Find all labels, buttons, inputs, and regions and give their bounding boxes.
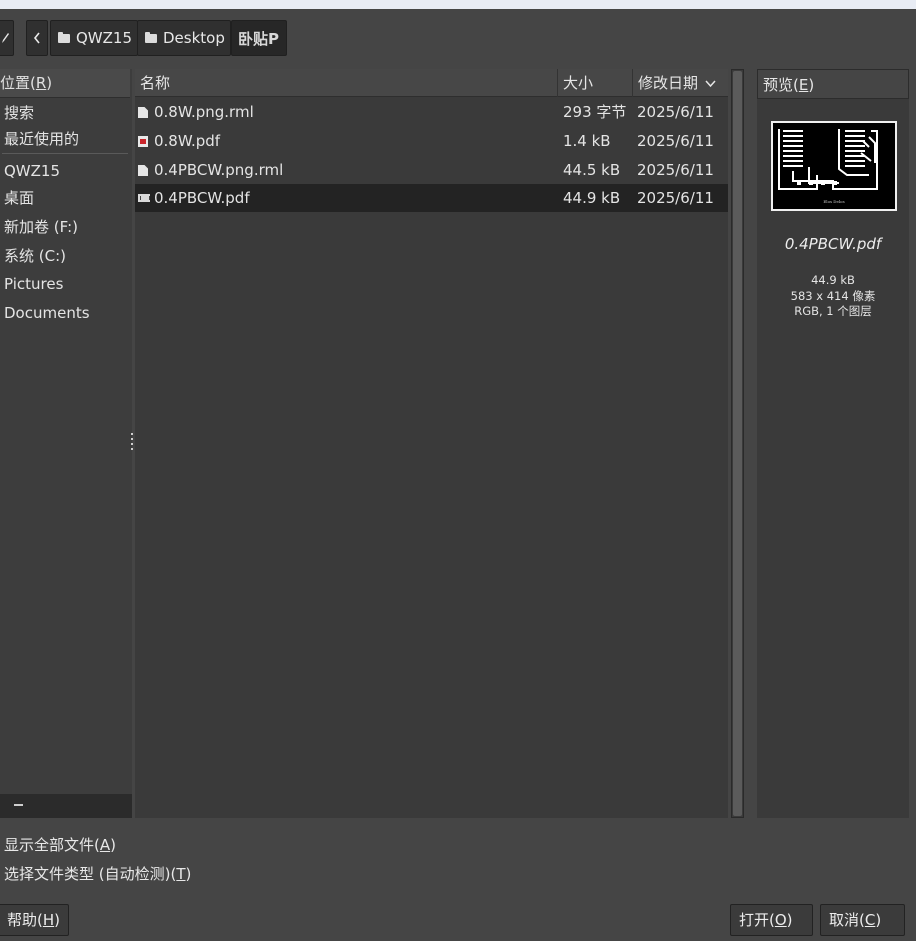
- file-row-selected[interactable]: 0.4PBCW.pdf 44.9 kB 2025/6/11: [135, 184, 728, 212]
- file-list-scrollbar[interactable]: [731, 69, 744, 818]
- file-row[interactable]: 0.8W.pdf 1.4 kB 2025/6/11: [135, 127, 728, 155]
- file-date: 2025/6/11: [637, 161, 714, 179]
- file-size: 44.5 kB: [563, 161, 621, 179]
- remove-bookmark-icon[interactable]: [14, 804, 23, 806]
- file-size: 293 字节: [563, 103, 627, 121]
- preview-pane: 预览(E) Elos Delos 0.4PBCW.pdf 44.9 kB 583…: [757, 69, 909, 818]
- folder-icon: [145, 31, 157, 43]
- file-row[interactable]: 0.4PBCW.png.rml 44.5 kB 2025/6/11: [135, 156, 728, 184]
- chevron-left-icon: [33, 32, 40, 44]
- place-pictures[interactable]: Pictures: [4, 270, 63, 298]
- places-header[interactable]: 位置(R): [0, 69, 130, 98]
- file-name: 0.4PBCW.pdf: [154, 189, 250, 207]
- edit-location-button[interactable]: [0, 20, 14, 56]
- column-date[interactable]: 修改日期: [633, 69, 728, 97]
- thumbnail-icon: [138, 194, 150, 202]
- file-size: 44.9 kB: [563, 189, 621, 207]
- select-file-type-expander[interactable]: 选择文件类型 (自动检测)(T): [4, 862, 191, 886]
- file-icon: [138, 165, 148, 176]
- place-recent[interactable]: 最近使用的: [4, 125, 79, 153]
- places-sidebar: 位置(R) 搜索 最近使用的 QWZ15 桌面 新加卷 (F:) 系统 (C:)…: [0, 69, 132, 818]
- column-header: 名称 大小 修改日期: [135, 69, 728, 97]
- place-desktop[interactable]: 桌面: [4, 184, 34, 212]
- folder-icon: [58, 31, 70, 43]
- preview-mode: RGB, 1 个图层: [794, 304, 872, 318]
- show-all-files-expander[interactable]: 显示全部文件(A): [4, 833, 116, 857]
- file-name: 0.8W.pdf: [154, 132, 221, 150]
- svg-text:Elos Delos: Elos Delos: [823, 199, 844, 204]
- places-separator: [2, 153, 128, 154]
- file-size: 1.4 kB: [563, 132, 611, 150]
- place-search[interactable]: 搜索: [4, 99, 34, 127]
- place-home[interactable]: QWZ15: [4, 157, 60, 185]
- pcb-layout-thumbnail: Elos Delos: [778, 129, 878, 204]
- preview-filename: 0.4PBCW.pdf: [784, 235, 882, 253]
- file-date: 2025/6/11: [637, 103, 714, 121]
- path-segment-label: 卧贴P: [238, 29, 279, 48]
- file-list: 名称 大小 修改日期 0.8W.png.rml 293 字节 2025/6/11…: [135, 69, 728, 818]
- place-drive-f[interactable]: 新加卷 (F:): [4, 213, 78, 241]
- path-segment-desktop[interactable]: Desktop: [137, 20, 231, 56]
- path-segment-label: Desktop: [163, 29, 225, 47]
- place-documents[interactable]: Documents: [4, 299, 90, 327]
- pdf-icon: [138, 136, 148, 147]
- preview-header[interactable]: 预览(E): [757, 69, 909, 99]
- file-name: 0.8W.png.rml: [154, 103, 254, 121]
- pane-resize-handle[interactable]: [131, 433, 134, 453]
- pencil-icon: [2, 33, 9, 43]
- help-button[interactable]: 帮助(H): [0, 904, 69, 936]
- column-name[interactable]: 名称: [135, 69, 558, 97]
- file-date: 2025/6/11: [637, 189, 714, 207]
- place-drive-c[interactable]: 系统 (C:): [4, 242, 66, 270]
- sort-descending-icon: [705, 80, 716, 88]
- file-date: 2025/6/11: [637, 132, 714, 150]
- path-segment-current[interactable]: 卧贴P: [231, 20, 287, 56]
- column-size[interactable]: 大小: [558, 69, 633, 97]
- preview-size: 44.9 kB: [811, 273, 855, 287]
- cancel-button[interactable]: 取消(C): [820, 904, 905, 936]
- open-button[interactable]: 打开(O): [730, 904, 813, 936]
- preview-dimensions: 583 x 414 像素: [790, 289, 876, 303]
- file-name: 0.4PBCW.png.rml: [154, 161, 284, 179]
- path-segment-qwz15[interactable]: QWZ15: [50, 20, 138, 56]
- places-toolbar: [0, 794, 132, 818]
- path-back-button[interactable]: [26, 20, 48, 56]
- title-strip: [0, 0, 916, 9]
- file-row[interactable]: 0.8W.png.rml 293 字节 2025/6/11: [135, 98, 728, 126]
- path-segment-label: QWZ15: [76, 29, 133, 47]
- file-icon: [138, 107, 148, 118]
- scrollbar-thumb[interactable]: [733, 71, 742, 816]
- preview-thumbnail: Elos Delos: [771, 121, 897, 211]
